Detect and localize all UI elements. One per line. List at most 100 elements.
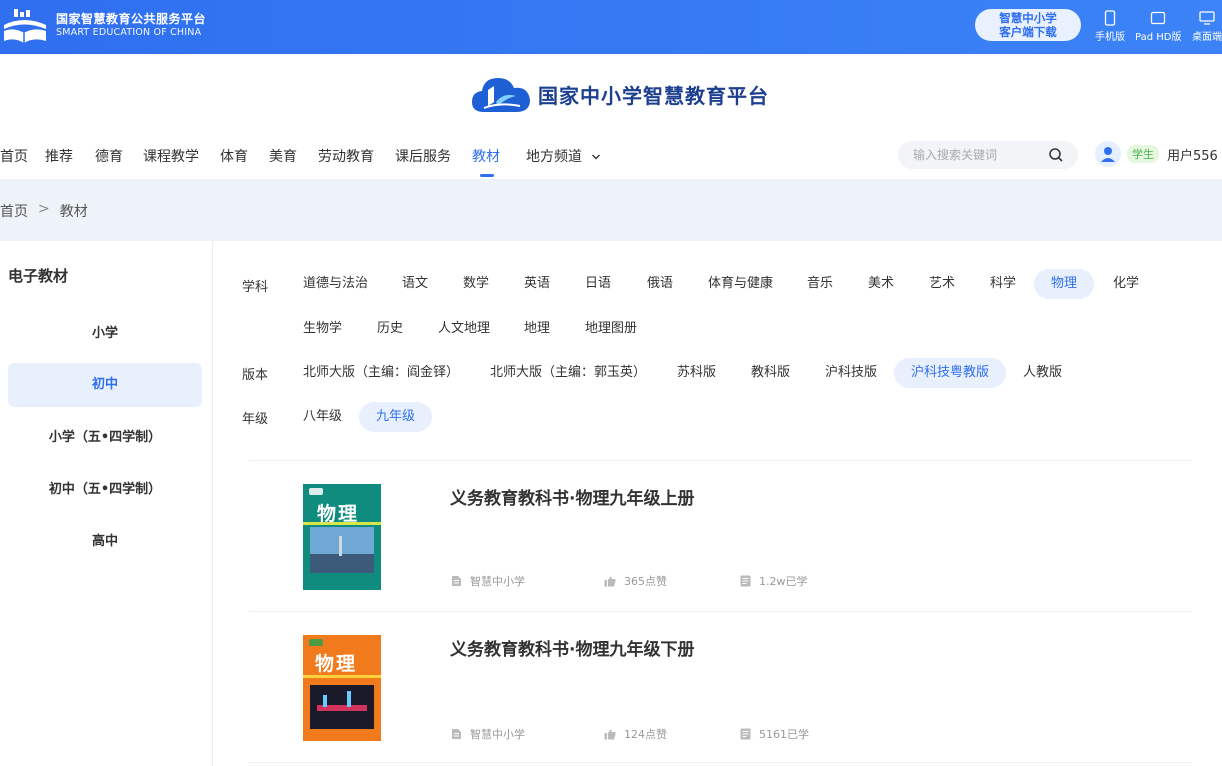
book-likes-text: 124点赞: [624, 728, 667, 741]
subject-chip[interactable]: 语文: [385, 269, 445, 299]
device-desktop[interactable]: 桌面端: [1192, 10, 1222, 43]
subject-chip-active[interactable]: 物理: [1034, 269, 1095, 299]
subject-chip[interactable]: 科学: [973, 269, 1033, 299]
breadcrumb-bar: 首页 > 教材: [0, 179, 1222, 241]
edition-chip[interactable]: 苏科版: [660, 358, 733, 388]
sidebar-item-primary-54[interactable]: 小学（五•四学制）: [8, 416, 202, 460]
nav-item-courses[interactable]: 课程教学: [143, 146, 199, 166]
subject-chip[interactable]: 体育与健康: [691, 269, 790, 299]
sidebar-title: 电子教材: [8, 267, 69, 285]
sidebar-item-primary[interactable]: 小学: [8, 312, 202, 356]
book-source-text: 智慧中小学: [470, 728, 525, 741]
download-line2: 客户端下载: [999, 25, 1057, 39]
breadcrumb: 首页 > 教材: [0, 201, 88, 221]
client-download-button[interactable]: 智慧中小学 客户端下载: [975, 9, 1081, 41]
subject-chip[interactable]: 英语: [507, 269, 567, 299]
subject-chip[interactable]: 艺术: [912, 269, 972, 299]
study-icon: [740, 728, 751, 740]
grade-chip[interactable]: 八年级: [286, 402, 359, 432]
device-tablet-label: Pad HD版: [1135, 32, 1182, 43]
device-phone-label: 手机版: [1095, 32, 1125, 43]
subject-chip[interactable]: 美术: [851, 269, 911, 299]
sidebar: 电子教材 小学 初中 小学（五•四学制） 初中（五•四学制） 高中: [0, 241, 213, 766]
book-title[interactable]: 义务教育教科书·物理九年级上册: [450, 484, 694, 509]
subject-chip[interactable]: 地理: [507, 314, 567, 344]
subject-chip[interactable]: 日语: [568, 269, 628, 299]
header: 国家中小学智慧教育平台 首页 推荐 德育 课程教学 体育 美育 劳动教育 课后服…: [0, 54, 1222, 179]
sidebar-item-junior[interactable]: 初中: [8, 363, 202, 407]
search-placeholder: 输入搜索关键词: [913, 148, 998, 162]
book-cover[interactable]: 物理: [303, 484, 381, 590]
nav-item-recommend[interactable]: 推荐: [45, 146, 73, 166]
brand-name-cn: 国家智慧教育公共服务平台: [56, 12, 207, 26]
edition-chip[interactable]: 北师大版（主编：郭玉英）: [473, 358, 663, 388]
phone-icon: [1104, 10, 1116, 26]
book-cover-title: 物理: [315, 653, 358, 675]
divider: [249, 762, 1192, 763]
edition-filter-label: 版本: [242, 368, 269, 383]
top-bar: 国家智慧教育公共服务平台 SMART EDUCATION OF CHINA 智慧…: [0, 0, 1222, 54]
search-input[interactable]: 输入搜索关键词: [898, 141, 1078, 169]
nav-item-labor[interactable]: 劳动教育: [318, 146, 374, 166]
tablet-icon: [1151, 11, 1166, 25]
subject-chip[interactable]: 生物学: [286, 314, 359, 344]
cloud-logo-icon: [472, 78, 530, 112]
subject-chip[interactable]: 音乐: [790, 269, 850, 299]
brand-name-en: SMART EDUCATION OF CHINA: [56, 27, 202, 38]
breadcrumb-home[interactable]: 首页: [0, 201, 28, 221]
device-tablet[interactable]: Pad HD版: [1135, 10, 1181, 43]
sidebar-item-senior[interactable]: 高中: [8, 520, 202, 564]
edition-chip[interactable]: 沪科技版: [808, 358, 894, 388]
device-phone[interactable]: 手机版: [1095, 10, 1125, 43]
book-cover-title: 物理: [317, 503, 360, 525]
brand-logo-icon: [0, 7, 50, 45]
subject-chip[interactable]: 道德与法治: [286, 269, 385, 299]
nav-item-afterschool[interactable]: 课后服务: [395, 146, 451, 166]
search-icon[interactable]: [1048, 147, 1064, 163]
breadcrumb-separator: >: [38, 201, 50, 217]
subject-chip[interactable]: 人文地理: [421, 314, 507, 344]
user-menu[interactable]: 学生 用户556: [1095, 141, 1218, 167]
book-item[interactable]: 物理 义务教育教科书·物理九年级上册 智慧中小学 365点赞 1.2w已学: [249, 461, 1192, 611]
book-source: 智慧中小学: [451, 726, 525, 742]
chevron-down-icon: [592, 154, 601, 160]
book-learners-text: 5161已学: [759, 728, 809, 741]
book-learners: 5161已学: [740, 726, 809, 742]
nav-active-underline: [480, 174, 494, 177]
breadcrumb-current: 教材: [59, 204, 88, 220]
edition-chip[interactable]: 教科版: [734, 358, 807, 388]
nav-item-arts[interactable]: 美育: [269, 146, 297, 166]
book-likes: 124点赞: [604, 726, 667, 742]
edition-chip[interactable]: 人教版: [1006, 358, 1079, 388]
avatar[interactable]: [1095, 141, 1121, 167]
username[interactable]: 用户556: [1167, 145, 1218, 164]
book-likes-text: 365点赞: [624, 575, 667, 588]
nav-item-moral[interactable]: 德育: [95, 146, 123, 166]
subject-filter-label: 学科: [242, 280, 269, 295]
grade-chip-active[interactable]: 九年级: [359, 402, 433, 432]
user-avatar-icon: [1101, 147, 1115, 162]
subject-chip[interactable]: 历史: [360, 314, 420, 344]
nav-item-home[interactable]: 首页: [0, 146, 28, 166]
site-title[interactable]: 国家中小学智慧教育平台: [470, 72, 769, 116]
nav-item-local-label: 地方频道: [526, 149, 582, 165]
book-title[interactable]: 义务教育教科书·物理九年级下册: [450, 635, 694, 660]
nav-item-sports[interactable]: 体育: [220, 146, 248, 166]
subject-chip[interactable]: 俄语: [630, 269, 690, 299]
thumbs-up-icon: [604, 729, 616, 739]
book-cover[interactable]: 物理: [303, 635, 381, 741]
desktop-icon: [1199, 11, 1215, 25]
brand[interactable]: 国家智慧教育公共服务平台 SMART EDUCATION OF CHINA: [0, 7, 206, 45]
subject-chip[interactable]: 化学: [1096, 269, 1156, 299]
edition-chip-active[interactable]: 沪科技粤教版: [894, 358, 1007, 388]
role-badge: 学生: [1127, 145, 1159, 163]
document-icon: [452, 576, 461, 586]
subject-chip[interactable]: 地理图册: [568, 314, 654, 344]
nav-item-textbooks[interactable]: 教材: [472, 146, 500, 166]
book-item[interactable]: 物理 义务教育教科书·物理九年级下册 智慧中小学 124点赞 5161已学: [249, 612, 1192, 762]
edition-chip[interactable]: 北师大版（主编：阎金铎）: [286, 358, 476, 388]
subject-chip[interactable]: 数学: [446, 269, 506, 299]
study-icon: [740, 575, 751, 587]
sidebar-item-junior-54[interactable]: 初中（五•四学制）: [8, 468, 202, 512]
nav-item-local[interactable]: 地方频道: [526, 146, 602, 166]
